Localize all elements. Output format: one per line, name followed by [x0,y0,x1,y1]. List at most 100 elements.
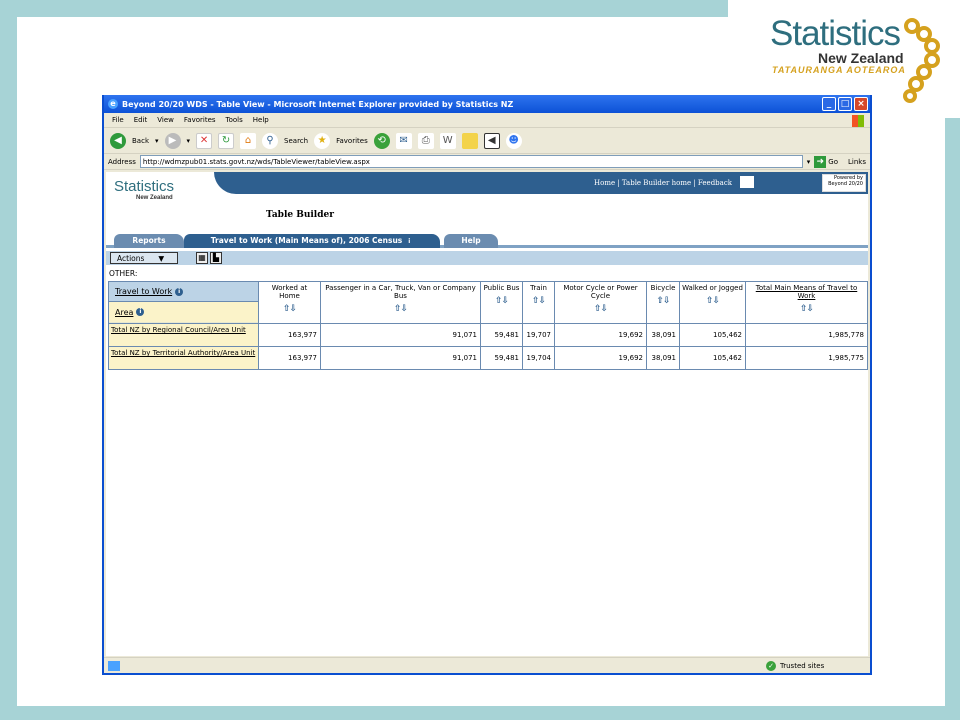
sort-arrows-icon[interactable]: ⇧⇩ [483,296,520,306]
column-header[interactable]: Bicycle ⇧⇩ [646,281,680,324]
edit-icon[interactable]: W [439,132,456,149]
data-table: Travel to Work i Area i Worked at Home ⇧⇩ P… [108,281,868,370]
column-dimension-label[interactable]: Travel to Work [115,287,172,296]
column-header[interactable]: Motor Cycle or Power Cycle ⇧⇩ [554,281,647,324]
menu-favorites[interactable]: Favorites [184,116,216,124]
back-arrow-icon[interactable]: ◀ [110,132,126,149]
powered-by-logo: Powered by Beyond 20/20 [822,174,866,192]
favorites-star-icon[interactable]: ★ [314,132,331,149]
links-button[interactable]: Links [848,158,866,166]
slide-frame-top [0,0,728,17]
chart-view-icon[interactable]: ▙ [210,252,222,264]
forward-dropdown-icon[interactable]: ▾ [187,137,191,145]
info-icon[interactable]: i [175,287,184,296]
menu-edit[interactable]: Edit [134,116,148,124]
refresh-icon[interactable]: ↻ [218,132,235,149]
info-icon[interactable]: i [136,308,145,316]
search-icon[interactable]: ⚲ [262,132,279,149]
column-header[interactable]: Walked or Jogged ⇧⇩ [679,281,746,324]
tab-row: Reports Travel to Work (Main Means of), … [106,230,868,248]
tab-help[interactable]: Help [444,234,498,248]
column-header[interactable]: Public Bus ⇧⇩ [480,281,523,324]
security-zone: ✓ Trusted sites [766,660,824,671]
feedback-icon[interactable] [740,176,754,188]
page-status-icon [108,660,120,671]
table-cell: 38,091 [646,346,680,370]
menu-view[interactable]: View [157,116,174,124]
status-bar: ✓ Trusted sites [104,657,870,673]
window-title: Beyond 20/20 WDS - Table View - Microsof… [122,99,514,109]
minimize-button[interactable]: _ [822,97,836,111]
sort-arrows-icon[interactable]: ⇧⇩ [525,296,552,306]
banner-swoosh [214,172,868,194]
messenger-icon[interactable]: ☻ [505,132,522,149]
table-cell: 1,985,778 [745,323,868,347]
logo-maori: TATAURANGA AOTEAROA [772,65,906,75]
logo-chain-icon [903,18,940,103]
table-cell: 91,071 [320,323,481,347]
column-header-label: Walked or Jogged [682,284,743,292]
windows-flag-icon [852,115,864,127]
row-header[interactable]: Total NZ by Regional Council/Area Unit [108,323,259,347]
column-header[interactable]: Total Main Means of Travel to Work ⇧⇩ [745,281,868,324]
row-dimension[interactable]: Area i [109,302,258,322]
sort-arrows-icon[interactable]: ⇧⇩ [557,304,644,314]
address-input[interactable]: http://wdmzpub01.stats.govt.nz/wds/Table… [139,155,803,168]
forward-arrow-icon[interactable]: ▶ [164,132,181,149]
actions-dropdown[interactable]: Actions ▼ [110,252,178,264]
address-dropdown-icon[interactable]: ▾ [807,158,811,166]
folder-icon[interactable] [461,132,478,149]
table-cell: 19,692 [554,323,647,347]
research-icon[interactable]: ◀ [483,132,500,149]
column-header-label: Public Bus [483,284,520,292]
sort-arrows-icon[interactable]: ⇧⇩ [323,304,478,314]
column-dimension[interactable]: Travel to Work i [109,282,258,302]
go-label: Go [828,157,839,166]
sort-arrows-icon[interactable]: ⇧⇩ [748,304,865,314]
sort-arrows-icon[interactable]: ⇧⇩ [682,296,743,306]
table-cell: 163,977 [258,346,321,370]
menu-tools[interactable]: Tools [226,116,243,124]
site-logo-country: New Zealand [136,195,173,201]
logo-country: New Zealand [818,50,904,66]
column-header[interactable]: Train ⇧⇩ [522,281,555,324]
sort-arrows-icon[interactable]: ⇧⇩ [261,304,318,314]
go-button[interactable]: ➜ Go [814,155,839,168]
column-header[interactable]: Passenger in a Car, Truck, Van or Compan… [320,281,481,324]
print-icon[interactable]: ⎙ [417,132,434,149]
table-cell: 19,704 [522,346,555,370]
column-header-label: Passenger in a Car, Truck, Van or Compan… [325,284,476,300]
history-icon[interactable]: ⟲ [373,132,390,149]
back-dropdown-icon[interactable]: ▾ [155,137,159,145]
table-cell: 105,462 [679,346,746,370]
table-cell: 19,707 [522,323,555,347]
slide-frame-right [945,118,960,720]
menu-help[interactable]: Help [253,116,269,124]
table-cell: 59,481 [480,323,523,347]
favorites-button[interactable]: Favorites [336,137,368,145]
menu-file[interactable]: File [112,116,124,124]
stop-icon[interactable]: ✕ [196,132,213,149]
back-button[interactable]: Back [132,137,149,145]
search-button[interactable]: Search [284,137,308,145]
column-header-label[interactable]: Total Main Means of Travel to Work [756,284,858,300]
slide-frame-bottom [0,706,960,720]
column-header-label: Worked at Home [271,284,308,300]
table-row: Total NZ by Territorial Authority/Area U… [108,346,868,370]
column-header[interactable]: Worked at Home ⇧⇩ [258,281,321,324]
close-button[interactable]: × [854,97,868,111]
site-nav-links[interactable]: Home | Table Builder home | Feedback [594,179,732,187]
mail-icon[interactable]: ✉ [395,132,412,149]
site-logo[interactable]: Statistics New Zealand [114,178,174,201]
info-icon[interactable]: i [405,238,414,246]
home-icon[interactable]: ⌂ [240,132,257,149]
row-dimension-label[interactable]: Area [115,308,133,317]
table-cell: 91,071 [320,346,481,370]
table-view-icon[interactable]: ▦ [196,252,208,264]
actions-label: Actions [117,253,145,263]
sort-arrows-icon[interactable]: ⇧⇩ [649,296,677,306]
maximize-button[interactable]: □ [838,97,852,111]
row-header[interactable]: Total NZ by Territorial Authority/Area U… [108,346,259,370]
tab-reports[interactable]: Reports [114,234,184,248]
tab-travel-to-work[interactable]: Travel to Work (Main Means of), 2006 Cen… [184,234,440,248]
